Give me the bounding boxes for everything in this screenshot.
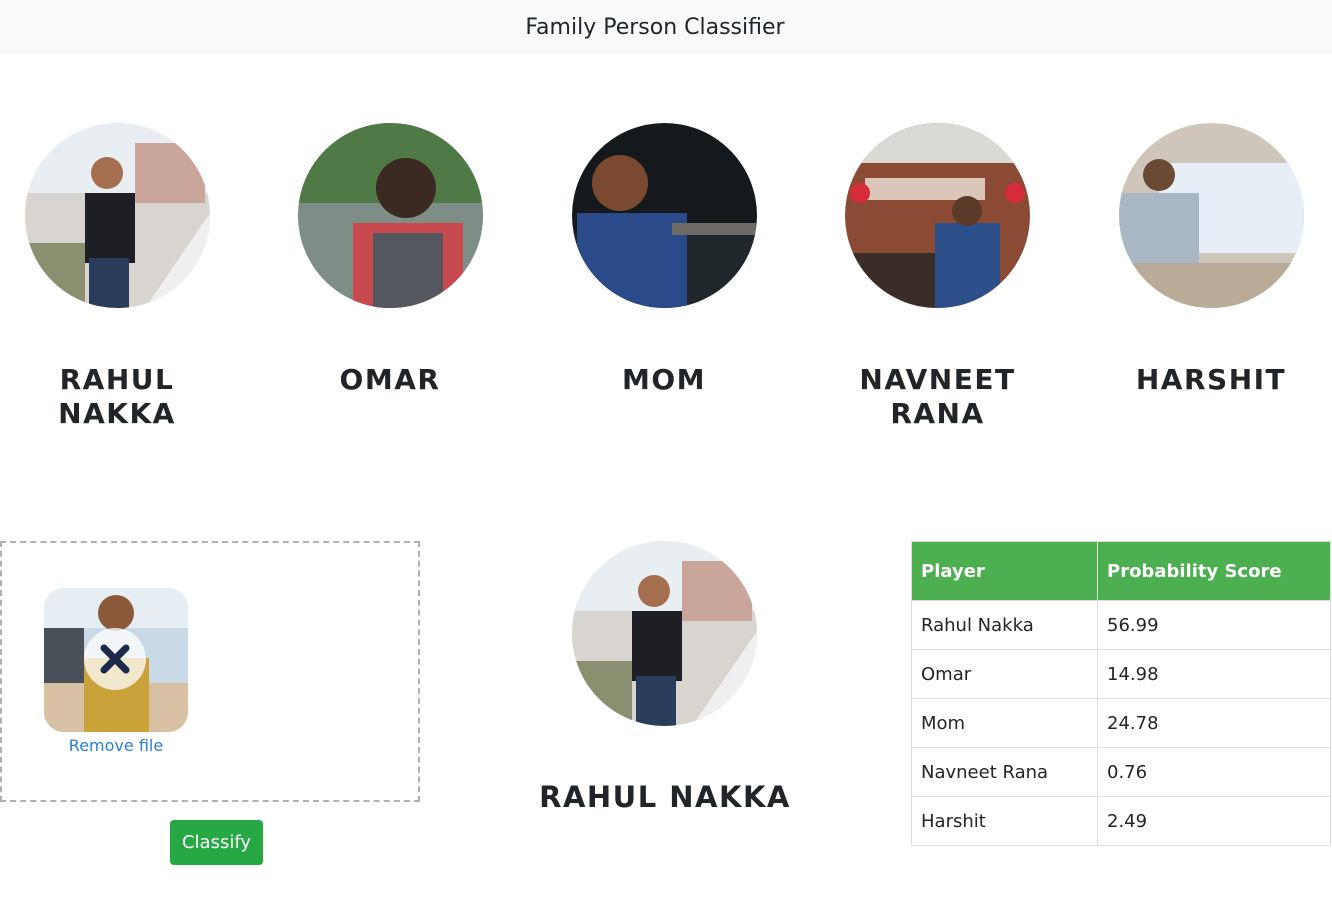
classify-button[interactable]: Classify	[170, 820, 263, 865]
player-cell: Omar	[911, 649, 1098, 699]
player-cell: Mom	[911, 698, 1098, 748]
header-probability: Probability Score	[1097, 541, 1331, 601]
person-name-omar: Omar	[339, 363, 441, 396]
probability-table: Player Probability Score Rahul Nakka 56.…	[911, 541, 1331, 846]
photo-omar	[298, 123, 483, 308]
remove-file-link[interactable]: Remove file	[44, 736, 188, 755]
score-cell: 2.49	[1097, 796, 1331, 846]
score-cell: 56.99	[1097, 600, 1331, 650]
app-title: Family Person Classifier	[525, 14, 785, 40]
person-name-navneet-rana: Navneet Rana	[859, 363, 1016, 430]
table-row: Omar 14.98	[911, 649, 1331, 699]
result-name: RAHUL NAKKA	[539, 780, 791, 814]
photo-mom	[572, 123, 757, 308]
uploaded-image-thumbnail	[44, 588, 188, 732]
photo-harshit	[1119, 123, 1304, 308]
table-row: Navneet Rana 0.76	[911, 747, 1331, 797]
person-name-rahul-nakka: Rahul Nakka	[58, 363, 176, 430]
table-header-row: Player Probability Score	[911, 541, 1331, 601]
player-cell: Rahul Nakka	[911, 600, 1098, 650]
result-photo	[572, 541, 757, 726]
header-player: Player	[911, 541, 1098, 601]
person-name-harshit: Harshit	[1135, 363, 1287, 396]
file-dropzone[interactable]: Remove file	[0, 541, 420, 802]
player-cell: Navneet Rana	[911, 747, 1098, 797]
photo-rahul-nakka	[25, 123, 210, 308]
player-cell: Harshit	[911, 796, 1098, 846]
navbar: Family Person Classifier	[0, 0, 1332, 54]
person-name-mom: Mom	[621, 363, 707, 396]
table-row: Rahul Nakka 56.99	[911, 600, 1331, 650]
score-cell: 24.78	[1097, 698, 1331, 748]
score-cell: 14.98	[1097, 649, 1331, 699]
table-row: Mom 24.78	[911, 698, 1331, 748]
remove-overlay-icon[interactable]	[84, 628, 146, 690]
table-row: Harshit 2.49	[911, 796, 1331, 846]
score-cell: 0.76	[1097, 747, 1331, 797]
photo-navneet-rana	[845, 123, 1030, 308]
